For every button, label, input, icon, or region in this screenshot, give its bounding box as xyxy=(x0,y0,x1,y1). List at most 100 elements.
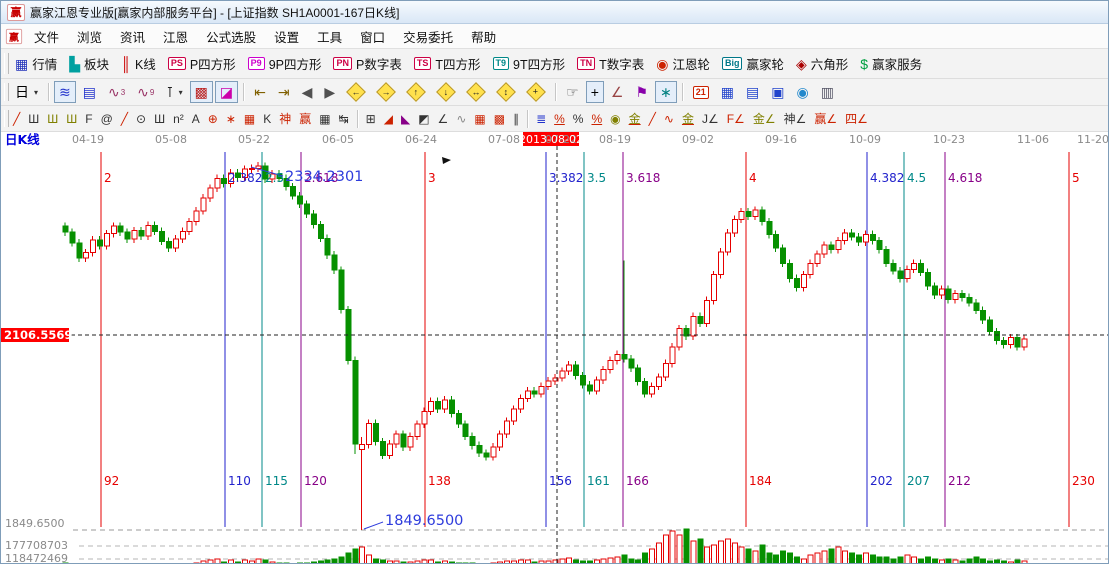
center-view-button[interactable]: + xyxy=(522,81,550,103)
clock-cycle-tool[interactable]: ⊙ xyxy=(133,109,149,129)
angle-rays-tool[interactable]: ∠ xyxy=(435,109,452,129)
report-button[interactable]: ▤ xyxy=(741,81,764,103)
brush3-tool[interactable]: ╱ xyxy=(646,109,659,129)
web-button[interactable]: ◉ xyxy=(792,81,814,103)
t-square-button[interactable]: TST四方形 xyxy=(409,53,486,75)
gold-comb-tool[interactable]: Ш xyxy=(44,109,61,129)
gann-grid-button[interactable]: ▩ xyxy=(190,81,213,103)
gann-flag-tool-button[interactable]: ⚑ xyxy=(630,81,653,103)
calculator-button[interactable]: ▦ xyxy=(716,81,739,103)
candle-style-dropdown[interactable]: ⊺▾ xyxy=(161,81,187,103)
grid-wheel-tool-icon: ▦ xyxy=(244,113,255,125)
t-number-table-button[interactable]: TNT数字表 xyxy=(572,53,649,75)
wave-9-button[interactable]: ∿9 xyxy=(132,81,159,103)
menu-item-窗口[interactable]: 窗口 xyxy=(351,24,394,49)
wave-box-tool[interactable]: ∿ xyxy=(661,109,677,129)
print-button[interactable]: ▥ xyxy=(816,81,839,103)
stock-info-button[interactable]: ▤ xyxy=(78,81,101,103)
f-comb-tool[interactable]: F xyxy=(82,109,95,129)
menu-item-浏览[interactable]: 浏览 xyxy=(68,24,111,49)
angle-tool-button[interactable]: ∠ xyxy=(606,81,629,103)
grid-wheel-tool[interactable]: ▦ xyxy=(241,109,258,129)
window-title: 赢家江恩专业版[赢家内部服务平台] - [上证指数 SH1A0001-167日K… xyxy=(30,4,399,21)
sector-blocks-button[interactable]: ▙板块 xyxy=(64,53,114,75)
gann-wheel-button[interactable]: ◉江恩轮 xyxy=(651,53,715,75)
zoom-out-button[interactable]: ↓ xyxy=(432,81,460,103)
a-line-tool[interactable]: A xyxy=(189,109,203,129)
n-square-tool[interactable]: n² xyxy=(170,109,187,129)
period-day-dropdown[interactable]: 日▾ xyxy=(10,81,43,103)
shift-right-button[interactable]: → xyxy=(372,81,400,103)
k-quote-tool[interactable]: K xyxy=(260,109,274,129)
first-page-button[interactable]: ⇤ xyxy=(249,81,271,103)
menu-item-交易委托[interactable]: 交易委托 xyxy=(394,24,462,49)
zoom-in-button[interactable]: ↑ xyxy=(402,81,430,103)
save-button[interactable]: ▣ xyxy=(766,81,789,103)
candlestick-chart[interactable]: 2922.3821102.51152.61812031383.3821563.5… xyxy=(1,132,1109,564)
grid-red-tool[interactable]: ▦ xyxy=(471,109,488,129)
shift-left-button[interactable]: ← xyxy=(342,81,370,103)
menu-item-文件[interactable]: 文件 xyxy=(25,24,68,49)
circle-cross-tool[interactable]: ⊕ xyxy=(205,109,221,129)
menu-item-工具[interactable]: 工具 xyxy=(308,24,351,49)
volume-profile-button[interactable]: ◪ xyxy=(215,81,238,103)
shen-tool[interactable]: 神 xyxy=(276,109,294,129)
p9-square-button[interactable]: P99P四方形 xyxy=(243,53,327,75)
calendar-button[interactable]: 21 xyxy=(688,81,714,103)
menu-item-帮助[interactable]: 帮助 xyxy=(462,24,505,49)
prev-bar-button[interactable]: ◀ xyxy=(297,81,318,103)
hexagon-button[interactable]: ◈六角形 xyxy=(791,53,853,75)
percent-strike-tool[interactable]: % xyxy=(551,109,568,129)
menu-item-公式选股[interactable]: 公式选股 xyxy=(197,24,265,49)
box-grid-tool[interactable]: ⊞ xyxy=(363,109,379,129)
kline-button[interactable]: ║K线 xyxy=(116,53,161,75)
percent-lines-tool[interactable]: % xyxy=(588,109,605,129)
winner-service-button[interactable]: $赢家服务 xyxy=(855,53,927,75)
expand-vertical-button[interactable]: ↕ xyxy=(492,81,520,103)
gold-comb2-tool[interactable]: Ш xyxy=(63,109,80,129)
expand-horizontal-button[interactable]: ↔ xyxy=(462,81,490,103)
count-grid-tool[interactable]: ▦ xyxy=(316,109,333,129)
wave-check-tool[interactable]: ∿ xyxy=(453,109,469,129)
spiral-tool[interactable]: @ xyxy=(98,109,116,129)
compress-kline-button[interactable]: ≋ xyxy=(54,81,76,103)
next-bar-button[interactable]: ▶ xyxy=(319,81,340,103)
wave-3-button[interactable]: ∿3 xyxy=(103,81,130,103)
f-angle-tool[interactable]: F∠ xyxy=(724,109,748,129)
t9-square-button[interactable]: T99T四方形 xyxy=(488,53,571,75)
menu-item-设置[interactable]: 设置 xyxy=(265,24,308,49)
smart-analysis-button[interactable]: ∗ xyxy=(655,81,677,103)
gold-underline2-tool[interactable]: 金 xyxy=(679,109,697,129)
gold-angle-tool[interactable]: 金∠ xyxy=(750,109,779,129)
fan-red-tool[interactable]: ◢ xyxy=(381,109,396,129)
last-page-button[interactable]: ⇥ xyxy=(273,81,295,103)
gann-brush-tool[interactable]: ╱ xyxy=(10,109,23,129)
comb-tool[interactable]: Ш xyxy=(25,109,42,129)
gann-wheel-button-icon: ◉ xyxy=(656,57,668,71)
comb2-tool[interactable]: Ш xyxy=(151,109,168,129)
quote-grid-button[interactable]: ▦行情 xyxy=(10,53,62,75)
menu-item-资讯[interactable]: 资讯 xyxy=(111,24,154,49)
parallel-lines-tool[interactable]: ∥ xyxy=(510,109,522,129)
percent-tool[interactable]: % xyxy=(570,109,587,129)
ying-tool[interactable]: 赢 xyxy=(296,109,314,129)
fan-grid-tool[interactable]: ◩ xyxy=(415,109,432,129)
shen-angle-tool[interactable]: 神∠ xyxy=(781,109,810,129)
crosshair-tool-button[interactable]: + xyxy=(586,81,604,103)
gold-circle-tool[interactable]: ◉ xyxy=(607,109,623,129)
ledger-bars-tool[interactable]: ≣ xyxy=(533,109,549,129)
star-wheel-tool[interactable]: ∗ xyxy=(223,109,239,129)
hand-tool-button[interactable]: ☞ xyxy=(561,81,584,103)
brush2-tool[interactable]: ╱ xyxy=(118,109,131,129)
p-number-table-button[interactable]: PNP数字表 xyxy=(328,53,406,75)
j-angle-tool[interactable]: J∠ xyxy=(699,109,722,129)
fan-purple-tool[interactable]: ◣ xyxy=(398,109,413,129)
gold-underline-tool[interactable]: 金 xyxy=(626,109,644,129)
winner-wheel-button[interactable]: Big赢家轮 xyxy=(717,53,789,75)
p-square-button[interactable]: PSP四方形 xyxy=(163,53,241,75)
grid-red2-tool[interactable]: ▩ xyxy=(491,109,508,129)
menu-item-江恩[interactable]: 江恩 xyxy=(154,24,197,49)
ying-angle-tool[interactable]: 赢∠ xyxy=(811,109,840,129)
si-angle-tool[interactable]: 四∠ xyxy=(842,109,871,129)
span-measure-tool[interactable]: ↹ xyxy=(336,109,352,129)
